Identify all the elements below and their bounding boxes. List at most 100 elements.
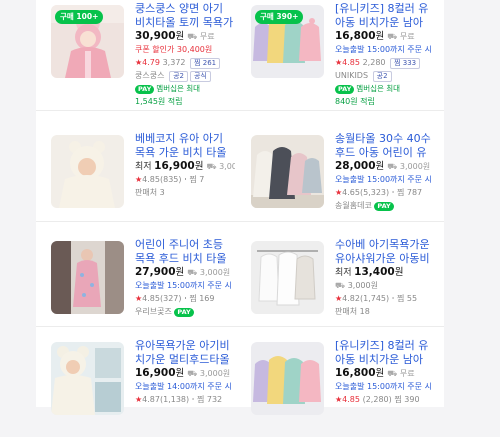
bathrobe-photo (51, 241, 124, 314)
zzim-count[interactable]: 찜 333 (390, 58, 421, 69)
shipping-fee: 무료 (199, 32, 215, 41)
lowest-label: 최저 (135, 162, 152, 172)
bathrobe-photo (251, 135, 324, 208)
truck-icon: ⛟ (387, 32, 398, 41)
product-image[interactable] (251, 342, 324, 415)
rating: 4.65 (342, 188, 360, 197)
store-name[interactable]: UNIKIDS (335, 71, 368, 80)
review-count: (1,138) (159, 395, 190, 404)
price: 27,900 (135, 266, 176, 278)
currency: 원 (175, 267, 185, 278)
npay-icon: PAY (335, 85, 355, 94)
product-title[interactable]: 베베코지 유아 아기 목욕 가운 비치 타올 곰 (135, 132, 235, 160)
rating: 4.85 (142, 294, 160, 303)
product-card[interactable]: 유아목욕가운 아기비치가운 멀티후드타올 16,900원 ⛟ 3,000원 오늘출… (36, 337, 236, 437)
price: 28,000 (335, 160, 376, 172)
store-name[interactable]: 송월홈데코 (335, 201, 372, 210)
product-card[interactable]: 수아베 아기목욕가운 유아샤워가운 아동비치 최저 13,400원 ⛟ 3,00… (236, 236, 436, 336)
currency: 원 (175, 368, 185, 379)
product-card[interactable]: 어린이 주니어 초등 목욕 후드 비치 타올 가운 27,900원⛟ 3,000… (36, 236, 236, 336)
shipping-fee: 3,000원 (219, 162, 235, 171)
shipping-fee: 3,000원 (199, 369, 231, 378)
coupon-price: 쿠폰 할인가 30,400원 (135, 45, 213, 54)
product-image[interactable]: 구매 390+ (251, 5, 324, 78)
product-image[interactable] (51, 241, 124, 314)
rating: 4.87 (142, 395, 160, 404)
product-image[interactable] (251, 241, 324, 314)
membership-text: 멤버십은 최대 (156, 84, 201, 93)
bathrobe-photo (251, 342, 324, 415)
shipping-fee: 3,000원 (399, 162, 431, 171)
price: 30,900 (135, 30, 176, 42)
review-count: 3,372 (162, 58, 186, 67)
membership-text: 멤버십은 최대 (356, 84, 401, 93)
zzim-count: 찜 169 (189, 294, 215, 303)
row-divider (36, 110, 444, 111)
review-count: (327) (159, 294, 182, 303)
today-delivery: 오늘출발 15:00까지 주문 시 (335, 382, 432, 391)
today-delivery: 오늘출발 15:00까지 주문 시 (135, 281, 232, 290)
zzim-count: 찜 787 (396, 188, 423, 197)
price: 16,800 (335, 367, 376, 379)
store-name[interactable]: 우리브곶즈 (135, 307, 172, 316)
today-delivery: 오늘출발 15:00까지 주문 시 (335, 45, 432, 54)
seller-count[interactable]: 판매처 3 (135, 188, 165, 197)
price: 16,900 (135, 367, 176, 379)
product-title[interactable]: 송월타올 30수 40수 후드 아동 어린이 유아 (335, 132, 435, 160)
today-delivery: 오늘출발 15:00까지 주문 시 (335, 175, 432, 184)
bathrobe-photo (51, 135, 124, 208)
product-card[interactable]: 구매 100+ 쿵스쿵스 양면 아기 비치타올 토끼 목욕가운 30,900원⛟… (36, 0, 236, 106)
truck-icon: ⛟ (187, 369, 198, 378)
product-image[interactable]: 구매 100+ (51, 5, 124, 78)
truck-icon: ⛟ (187, 268, 198, 277)
review-count: 2,280 (362, 58, 386, 67)
review-count: (1,745) (359, 294, 390, 303)
store-badge: 공2 (372, 71, 392, 82)
product-title[interactable]: 유아목욕가운 아기비치가운 멀티후드타올 (135, 339, 235, 367)
bathrobe-photo (251, 241, 324, 314)
zzim-count[interactable]: 찜 261 (190, 58, 221, 69)
product-grid: 구매 100+ 쿵스쿵스 양면 아기 비치타올 토끼 목욕가운 30,900원⛟… (36, 0, 444, 415)
official-badge: 공식 (189, 71, 211, 82)
purchase-count-badge: 구매 100+ (55, 10, 104, 24)
product-title[interactable]: 어린이 주니어 초등 목욕 후드 비치 타올 가운 (135, 238, 235, 266)
zzim-count: 찜 390 (394, 395, 420, 404)
rating: 4.79 (142, 58, 160, 67)
zzim-count: 찜 55 (396, 294, 418, 303)
npay-icon: PAY (135, 85, 155, 94)
product-image[interactable] (51, 135, 124, 208)
truck-icon: ⛟ (387, 162, 398, 171)
zzim-count: 찜 732 (196, 395, 223, 404)
product-card[interactable]: [유니키즈] 8컬러 유아동 비치가운 남아 여아 16,800원⛟ 무료 오늘… (236, 337, 436, 437)
bathrobe-photo (51, 342, 124, 415)
store-name[interactable]: 쿵스쿵스 (135, 71, 164, 80)
rating: 4.82 (342, 294, 360, 303)
product-image[interactable] (51, 342, 124, 415)
product-image[interactable] (251, 135, 324, 208)
rating: 4.85 (342, 395, 360, 404)
review-count: (2,280) (362, 395, 392, 404)
price: 13,400 (354, 266, 395, 278)
product-title[interactable]: [유니키즈] 8컬러 유아동 비치가운 남아 여아 (335, 339, 435, 367)
zzim-count: 찜 7 (189, 175, 205, 184)
currency: 원 (375, 161, 385, 172)
review-count: (5,323) (359, 188, 390, 197)
currency: 원 (175, 31, 185, 42)
store-badge: 공2 (169, 71, 188, 82)
seller-count[interactable]: 판매처 18 (335, 307, 370, 316)
npay-icon: PAY (174, 308, 194, 317)
product-card[interactable]: 송월타올 30수 40수 후드 아동 어린이 유아 28,000원⛟ 3,000… (236, 130, 436, 230)
currency: 원 (375, 31, 385, 42)
product-card[interactable]: 구매 390+ [유니키즈] 8컬러 유아동 비치가운 남아 여아 16,800… (236, 0, 436, 106)
rating: 4.85 (142, 175, 160, 184)
purchase-count-badge: 구매 390+ (255, 10, 304, 24)
currency: 원 (394, 267, 404, 278)
shipping-fee: 3,000원 (347, 281, 378, 290)
lowest-label: 최저 (335, 268, 352, 278)
product-title[interactable]: [유니키즈] 8컬러 유아동 비치가운 남아 여아 (335, 2, 435, 30)
product-card[interactable]: 베베코지 유아 아기 목욕 가운 비치 타올 곰 최저 16,900원⛟ 3,0… (36, 130, 236, 230)
points-text: 1,545원 적립 (135, 97, 183, 106)
product-title[interactable]: 수아베 아기목욕가운 유아샤워가운 아동비치 (335, 238, 435, 266)
price: 16,800 (335, 30, 376, 42)
product-title[interactable]: 쿵스쿵스 양면 아기 비치타올 토끼 목욕가운 (135, 2, 235, 30)
